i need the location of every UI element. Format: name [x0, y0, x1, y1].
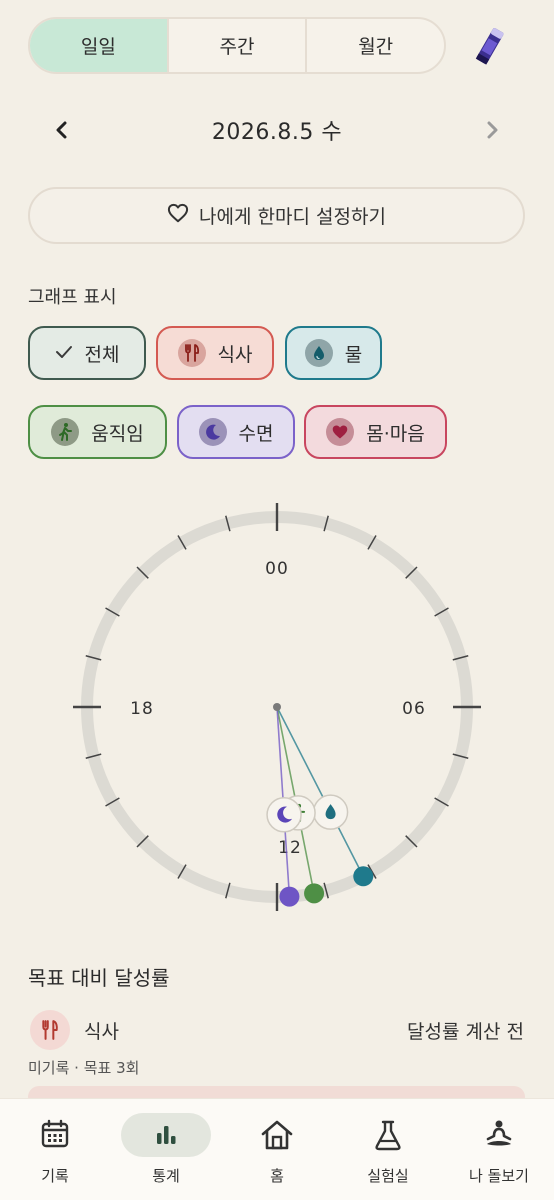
filter-chip-move[interactable]: 움직임	[28, 405, 167, 459]
goal-status: 달성률 계산 전	[407, 1021, 524, 1043]
filter-chip-water-label: 물	[344, 343, 363, 366]
tab-stats[interactable]: 통계	[111, 1099, 221, 1200]
clock-center	[273, 703, 281, 711]
filter-chip-all-label: 전체	[84, 343, 120, 366]
set-message-label: 나에게 한마디 설정하기	[199, 206, 386, 228]
water-drop-icon	[304, 339, 333, 367]
filter-chip-body-mind-label: 몸·마음	[366, 422, 425, 445]
clock-label-00: 00	[265, 559, 289, 579]
bar-chart-icon	[111, 1119, 221, 1153]
home-icon	[222, 1119, 332, 1153]
filter-chip-meal[interactable]: 식사	[156, 326, 274, 380]
filter-chip-meal-label: 식사	[217, 343, 253, 366]
filter-chip-all[interactable]: 전체	[28, 326, 146, 380]
graph-filter-title: 그래프 표시	[28, 287, 117, 308]
flask-icon	[333, 1119, 443, 1153]
heart-outline-icon	[167, 203, 189, 228]
set-message-button[interactable]: 나에게 한마디 설정하기	[28, 187, 525, 244]
moon-icon	[266, 797, 302, 833]
clock-marker-dot	[304, 883, 325, 904]
goal-subtext: 미기록 · 목표 3회	[28, 1059, 140, 1077]
brand-logo[interactable]	[470, 24, 510, 68]
filter-chip-sleep[interactable]: 수면	[177, 405, 295, 459]
walking-person-icon	[51, 418, 80, 446]
tab-self-care-label: 나 돌보기	[469, 1167, 529, 1185]
clock-label-06: 06	[402, 699, 426, 719]
bottom-tab-bar: 기록 통계 홈 실험실 나 돌보기	[0, 1098, 554, 1200]
filter-chip-water[interactable]: 물	[285, 326, 382, 380]
tab-daily[interactable]: 일일	[30, 19, 169, 72]
filter-chip-body-mind[interactable]: 몸·마음	[304, 405, 447, 459]
clock-markers	[266, 703, 374, 907]
date-navigation: 2026.8.5 수	[0, 108, 554, 152]
tab-lab-label: 실험실	[367, 1167, 409, 1185]
tab-home[interactable]: 홈	[222, 1099, 332, 1200]
daily-clock-chart: 00 06 12 18	[73, 503, 481, 911]
tab-home-label: 홈	[270, 1167, 284, 1185]
current-date: 2026.8.5 수	[211, 120, 343, 145]
fork-knife-icon	[177, 339, 206, 367]
tab-record-label: 기록	[41, 1167, 69, 1185]
fork-knife-icon	[30, 1010, 70, 1050]
water-drop-icon	[312, 794, 349, 830]
filter-chip-move-label: 움직임	[91, 422, 144, 445]
tab-stats-label: 통계	[152, 1167, 180, 1185]
period-segmented-control: 일일 주간 월간	[28, 17, 446, 74]
clock-label-18: 18	[130, 699, 154, 719]
tab-monthly[interactable]: 월간	[307, 19, 444, 72]
chevron-right-icon[interactable]	[476, 114, 508, 146]
goal-section-title: 목표 대비 달성률	[28, 966, 170, 990]
heart-icon	[326, 418, 355, 446]
goal-item-name: 식사	[84, 1021, 119, 1043]
calendar-icon	[0, 1119, 110, 1153]
clock-marker-dot	[279, 886, 300, 907]
tab-weekly[interactable]: 주간	[169, 19, 308, 72]
filter-chip-sleep-label: 수면	[238, 422, 274, 445]
tab-lab[interactable]: 실험실	[333, 1099, 443, 1200]
meditation-icon	[444, 1119, 554, 1153]
tab-self-care[interactable]: 나 돌보기	[444, 1099, 554, 1200]
moon-icon	[198, 418, 227, 446]
tab-record[interactable]: 기록	[0, 1099, 110, 1200]
clock-label-12: 12	[278, 838, 302, 858]
clock-marker-dot	[353, 866, 374, 887]
check-icon	[55, 342, 73, 364]
